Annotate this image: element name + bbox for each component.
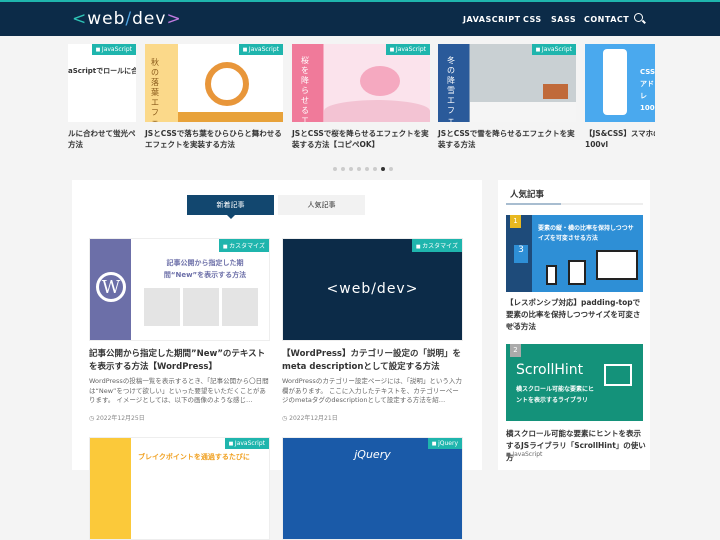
card-image-text: jQuery [354,448,391,461]
article-date: ◷ 2022年12月25日 [89,414,145,422]
site-header: <web/dev> JAVASCRIPT CSS SASS CONTACT [0,0,720,36]
article-title: 【WordPress】カテゴリー設定の「説明」をmeta description… [282,349,461,372]
category-badge: JavaScript [238,44,283,55]
carousel-card[interactable]: CSS アドレ 100 【JS&CSS】スマホのルバーを除いた100vl [585,44,655,150]
card-image-text: 要素の縦・横の比率を保持しつつサイズを可変させる方法 [538,225,634,242]
popular-item-title[interactable]: 横スクロール可能な要素にヒントを表示するJSライブラリ「ScrollHint」の… [506,428,646,464]
card-title: 【JS&CSS】スマホのルバーを除いた100vl [585,129,655,149]
carousel-dot[interactable] [373,167,377,171]
article-title: 記事公開から指定した期間”New”のテキストを表示する方法【WordPress】 [89,349,266,372]
site-logo[interactable]: <web/dev> [72,9,182,29]
card-image-text: 冬の降雪エフェクト [447,56,455,122]
carousel-card[interactable]: 秋の落葉エフェクト JavaScript JSとCSSで落ち葉をひらひらと舞わせる… [145,44,283,150]
category-badge: jQuery [427,438,462,449]
article-card[interactable]: <web/dev> カスタマイズ 【WordPress】カテゴリー設定の「説明」… [282,238,463,422]
css3-icon: 3 [514,245,528,263]
carousel-dot[interactable] [357,167,361,171]
category-badge: カスタマイズ [218,239,269,252]
article-card[interactable]: jQuery jQuery [282,437,463,540]
article-date: ◷ 2022年12月21日 [282,414,338,422]
card-image-text: aScriptでロールに合わせてカーを引く方法 [68,67,136,75]
card-image-text: 横スクロール可能な要素にヒントを表示するライブラリ [516,386,595,404]
search-icon[interactable] [634,13,643,22]
card-image-title: ScrollHint [516,362,584,378]
table-scroll-icon [604,364,632,386]
article-excerpt: WordPressの投稿一覧を表示するとき、「記事公開から〇日間は“New”をつ… [89,377,269,404]
card-image-text: 記事公開から指定した期間“New”を表示する方法 [163,259,247,279]
popular-item-category[interactable]: CSS [506,322,524,329]
nav-sass[interactable]: SASS [551,15,576,24]
card-title: JSとCSSで桜を降らせるエフェクトを実装する方法【コピペOK】 [292,129,429,149]
category-badge: JavaScript [531,44,576,55]
rank-badge: 2 [510,344,521,357]
article-list-panel: 新着記事 人気記事 W 記事公開から指定した期間“New”を表示する方法 カスタ… [72,180,482,540]
article-excerpt: WordPressのカテゴリー設定ページには、「説明」という入力欄があります。 … [282,377,462,404]
article-card[interactable]: ブレイクポイントを通過するたびに JavaScript [89,437,270,540]
featured-carousel: aScriptでロールに合わせてカーを引く方法 JavaScript ルに合わせて… [68,44,655,159]
carousel-card[interactable]: 桜を降らせるエフェクト JavaScript JSとCSSで桜を降らせるエフェクト… [292,44,430,150]
tab-new-articles[interactable]: 新着記事 [187,195,274,219]
divider [506,203,643,205]
card-title: JSとCSSで落ち葉をひらひらと舞わせるエフェクトを実装する方法 [145,129,282,149]
tab-popular-articles[interactable]: 人気記事 [278,195,365,215]
card-image-text: CSS アドレ 100 [640,68,655,112]
carousel-card[interactable]: 冬の降雪エフェクト JavaScript JSとCSSで雪を降らせるエフェクトを実… [438,44,576,150]
card-image-text: 秋の落葉エフェクト [151,58,159,122]
category-badge: JavaScript [385,44,430,55]
category-badge: カスタマイズ [411,239,462,252]
carousel-dot[interactable] [333,167,337,171]
carousel-dot[interactable] [365,167,369,171]
popular-item-category[interactable]: JavaScript [506,451,542,458]
carousel-dot[interactable] [341,167,345,171]
carousel-dot-active[interactable] [381,167,385,171]
popular-item-title[interactable]: 【レスポンシブ対応】padding-topで要素の比率を保持しつつサイズを可変さ… [506,297,646,333]
nav-contact[interactable]: CONTACT [584,15,629,24]
carousel-card[interactable]: aScriptでロールに合わせてカーを引く方法 JavaScript ルに合わせて… [68,44,136,150]
carousel-pagination [333,167,393,171]
card-title: ルに合わせて蛍光ペ方法 [68,129,136,149]
nav-javascript[interactable]: JAVASCRIPT [463,15,521,24]
carousel-dot[interactable] [349,167,353,171]
sidebar-popular: 人気記事 1 3 要素の縦・横の比率を保持しつつサイズを可変させる方法 【レスポ… [498,180,650,470]
popular-item-image[interactable]: 2 ScrollHint 横スクロール可能な要素にヒントを表示するライブラリ [506,344,643,421]
wordpress-icon: W [96,272,126,302]
popular-item-image[interactable]: 1 3 要素の縦・横の比率を保持しつつサイズを可変させる方法 [506,215,643,292]
sidebar-title: 人気記事 [510,190,545,200]
category-badge: JavaScript [91,44,136,55]
card-image-text: <web/dev> [326,281,419,297]
card-title: JSとCSSで雪を降らせるエフェクトを実装する方法 [438,129,575,149]
rank-badge: 1 [510,215,521,228]
article-card[interactable]: W 記事公開から指定した期間“New”を表示する方法 カスタマイズ 記事公開から… [89,238,270,422]
category-badge: JavaScript [224,438,269,449]
nav-css[interactable]: CSS [523,15,542,24]
card-image-text: 桜を降らせるエフェクト [301,56,309,122]
carousel-dot[interactable] [389,167,393,171]
